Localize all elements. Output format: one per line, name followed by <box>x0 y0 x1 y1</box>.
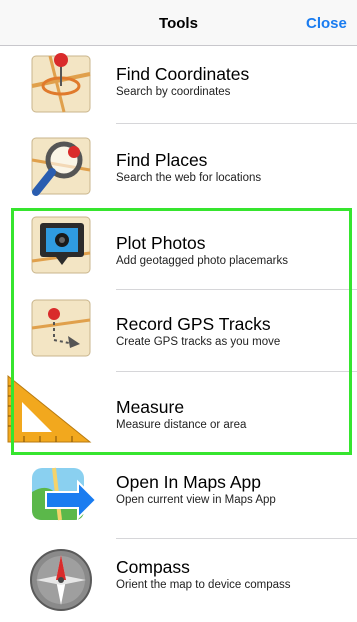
list-item-find-coordinates[interactable]: Find Coordinates Search by coordinates <box>0 40 357 122</box>
list-item-compass[interactable]: Compass Orient the map to device compass <box>0 539 357 621</box>
item-title: Plot Photos <box>116 233 206 253</box>
list-item-open-in-maps-app[interactable]: Open In Maps App Open current view in Ma… <box>0 456 357 538</box>
item-title: Find Coordinates <box>116 64 250 84</box>
list-item-plot-photos[interactable]: Plot Photos Add geotagged photo placemar… <box>0 209 357 291</box>
item-title: Open In Maps App <box>116 472 261 492</box>
list-item-find-places[interactable]: Find Places Search the web for locations <box>0 124 357 206</box>
ruler-icon <box>4 372 94 446</box>
camera-icon <box>24 209 98 283</box>
item-subtitle: Search by coordinates <box>116 86 231 98</box>
item-title: Find Places <box>116 150 208 170</box>
item-subtitle: Measure distance or area <box>116 419 247 431</box>
item-subtitle: Open current view in Maps App <box>116 494 276 506</box>
item-title: Record GPS Tracks <box>116 314 271 334</box>
item-subtitle: Orient the map to device compass <box>116 579 291 591</box>
list-item-record-gps-tracks[interactable]: Record GPS Tracks Create GPS tracks as y… <box>0 290 357 372</box>
close-button[interactable]: Close <box>306 15 347 32</box>
item-title: Measure <box>116 397 185 417</box>
list-item-measure[interactable]: Measure Measure distance or area <box>0 372 357 454</box>
map-pin-icon <box>24 46 98 120</box>
gps-track-icon <box>24 292 98 366</box>
item-title: Compass <box>116 557 190 577</box>
maps-app-icon <box>24 462 98 536</box>
page-title: Tools <box>159 15 198 32</box>
item-subtitle: Search the web for locations <box>116 172 262 184</box>
magnifier-icon <box>24 130 98 204</box>
item-subtitle: Create GPS tracks as you move <box>116 336 281 348</box>
item-subtitle: Add geotagged photo placemarks <box>116 255 288 267</box>
